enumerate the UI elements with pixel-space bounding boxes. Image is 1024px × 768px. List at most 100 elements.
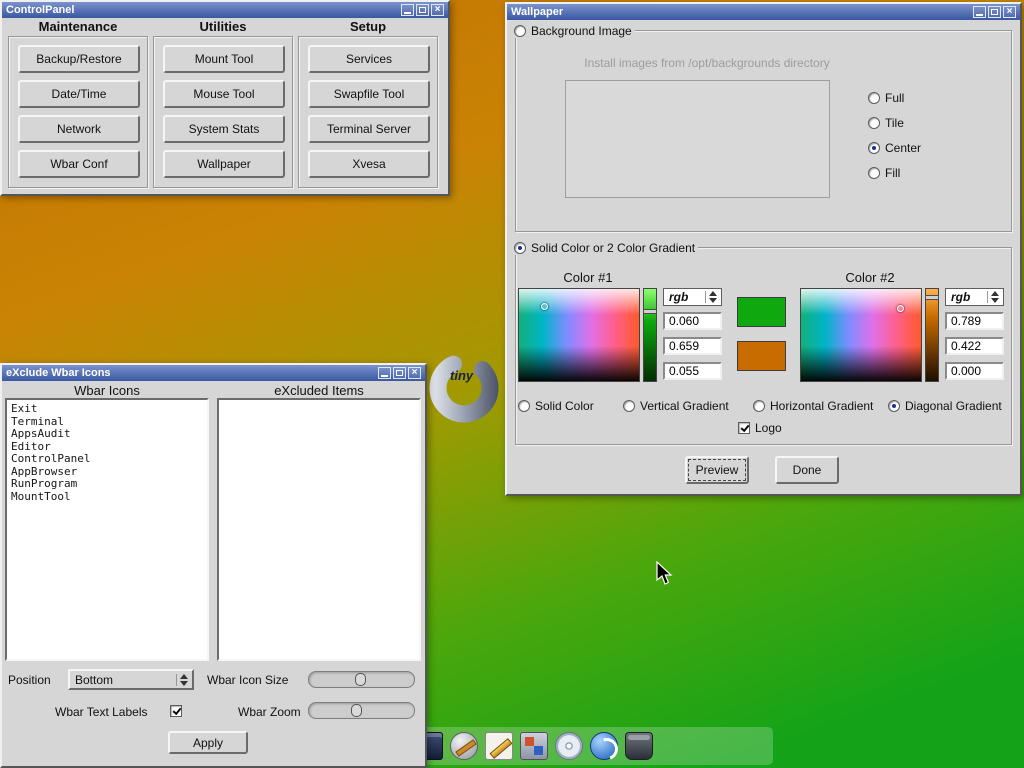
maintenance-group: Backup/Restore Date/Time Network Wbar Co… [8, 36, 148, 188]
mode-tile-radio[interactable] [868, 117, 880, 129]
swapfile-tool-button[interactable]: Swapfile Tool [308, 80, 430, 108]
mode-tile-option[interactable]: Tile [865, 115, 907, 130]
style-diagonal-radio[interactable] [888, 400, 900, 412]
close-icon[interactable]: × [431, 4, 444, 16]
color2-slider-mark[interactable] [925, 295, 939, 300]
maximize-icon[interactable] [416, 4, 429, 16]
list-item[interactable]: RunProgram [11, 478, 203, 491]
runprogram-icon[interactable] [590, 732, 618, 760]
wbar-dock [405, 727, 773, 765]
mode-fill-radio[interactable] [868, 167, 880, 179]
style-solid-label: Solid Color [535, 399, 594, 413]
logo-checkbox[interactable] [738, 422, 750, 434]
list-item[interactable]: Exit [11, 403, 203, 416]
icon-size-label: Wbar Icon Size [207, 673, 288, 687]
style-solid-option[interactable]: Solid Color [515, 398, 597, 413]
maximize-icon[interactable] [988, 6, 1001, 18]
wallpaper-button[interactable]: Wallpaper [163, 150, 285, 178]
wbar-icons-list[interactable]: Exit Terminal AppsAudit Editor ControlPa… [5, 398, 209, 661]
solid-color-radio[interactable] [514, 242, 526, 254]
zoom-slider-thumb[interactable] [351, 704, 362, 717]
color2-r-value[interactable]: 0.789 [945, 312, 1004, 330]
mode-center-option[interactable]: Center [865, 140, 924, 155]
color1-r-value[interactable]: 0.060 [663, 312, 722, 330]
style-solid-radio[interactable] [518, 400, 530, 412]
backup-restore-button[interactable]: Backup/Restore [18, 45, 140, 73]
minimize-icon[interactable] [401, 4, 414, 16]
mode-center-radio[interactable] [868, 142, 880, 154]
position-value: Bottom [75, 673, 113, 687]
xvesa-button[interactable]: Xvesa [308, 150, 430, 178]
exclude-wbar-window: eXclude Wbar Icons × Wbar Icons eXcluded… [0, 363, 427, 768]
color2-b-value[interactable]: 0.000 [945, 362, 1004, 380]
position-dropdown[interactable]: Bottom [68, 669, 194, 690]
solid-color-label: Solid Color or 2 Color Gradient [531, 241, 695, 255]
style-horizontal-radio[interactable] [753, 400, 765, 412]
style-diagonal-option[interactable]: Diagonal Gradient [885, 398, 1005, 413]
color1-picker-dot[interactable] [541, 303, 548, 310]
wbar-conf-button[interactable]: Wbar Conf [18, 150, 140, 178]
wallpaper-window: Wallpaper × Background Image Install ima… [505, 2, 1022, 496]
color1-value-slider[interactable] [643, 288, 657, 382]
color2-picker[interactable] [800, 288, 922, 382]
updown-icon [176, 674, 190, 686]
mode-full-radio[interactable] [868, 92, 880, 104]
list-item[interactable]: ControlPanel [11, 453, 203, 466]
mode-full-option[interactable]: Full [865, 90, 907, 105]
editor-icon[interactable] [485, 732, 513, 760]
list-item[interactable]: AppsAudit [11, 428, 203, 441]
color1-mode-label: rgb [669, 290, 688, 304]
color1-g-value[interactable]: 0.659 [663, 337, 722, 355]
background-image-label: Background Image [531, 24, 632, 38]
excluded-items-list[interactable] [217, 398, 421, 661]
apply-button[interactable]: Apply [168, 731, 248, 754]
system-stats-button[interactable]: System Stats [163, 115, 285, 143]
icon-size-slider[interactable] [308, 671, 415, 688]
list-item[interactable]: MountTool [11, 491, 203, 504]
color1-mode-choice[interactable]: rgb [663, 288, 722, 306]
setup-group: Services Swapfile Tool Terminal Server X… [298, 36, 438, 188]
appbrowser-icon[interactable] [555, 732, 583, 760]
services-button[interactable]: Services [308, 45, 430, 73]
text-labels-checkbox[interactable] [170, 705, 182, 717]
logo-option[interactable]: Logo [735, 420, 785, 435]
mounttool-icon[interactable] [625, 732, 653, 760]
color1-b-value[interactable]: 0.055 [663, 362, 722, 380]
minimize-icon[interactable] [973, 6, 986, 18]
background-image-option[interactable]: Background Image [511, 23, 635, 38]
exclude-titlebar[interactable]: eXclude Wbar Icons × [2, 365, 425, 381]
color1-slider-mark[interactable] [643, 309, 657, 314]
mode-fill-label: Fill [885, 166, 900, 180]
icon-size-slider-thumb[interactable] [355, 673, 366, 686]
mode-fill-option[interactable]: Fill [865, 165, 903, 180]
mouse-tool-button[interactable]: Mouse Tool [163, 80, 285, 108]
mount-tool-button[interactable]: Mount Tool [163, 45, 285, 73]
solid-color-option[interactable]: Solid Color or 2 Color Gradient [511, 240, 698, 255]
color1-picker[interactable] [518, 288, 640, 382]
style-vertical-option[interactable]: Vertical Gradient [620, 398, 732, 413]
color2-value-slider[interactable] [925, 288, 939, 382]
close-icon[interactable]: × [408, 367, 421, 379]
maximize-icon[interactable] [393, 367, 406, 379]
preview-button[interactable]: Preview [685, 456, 749, 484]
color2-picker-dot[interactable] [897, 305, 904, 312]
network-button[interactable]: Network [18, 115, 140, 143]
controlpanel-titlebar[interactable]: ControlPanel × [2, 2, 448, 18]
done-button[interactable]: Done [775, 456, 839, 484]
close-icon[interactable]: × [1003, 6, 1016, 18]
controlpanel-icon[interactable] [520, 732, 548, 760]
appsaudit-icon[interactable] [450, 732, 478, 760]
style-vertical-label: Vertical Gradient [640, 399, 729, 413]
terminal-server-button[interactable]: Terminal Server [308, 115, 430, 143]
controlpanel-window: ControlPanel × Maintenance Utilities Set… [0, 0, 450, 196]
date-time-button[interactable]: Date/Time [18, 80, 140, 108]
color2-g-value[interactable]: 0.422 [945, 337, 1004, 355]
zoom-slider[interactable] [308, 702, 415, 719]
style-vertical-radio[interactable] [623, 400, 635, 412]
background-image-radio[interactable] [514, 25, 526, 37]
color2-mode-label: rgb [951, 290, 970, 304]
minimize-icon[interactable] [378, 367, 391, 379]
style-horizontal-option[interactable]: Horizontal Gradient [750, 398, 876, 413]
color2-mode-choice[interactable]: rgb [945, 288, 1004, 306]
wallpaper-titlebar[interactable]: Wallpaper × [507, 4, 1020, 20]
